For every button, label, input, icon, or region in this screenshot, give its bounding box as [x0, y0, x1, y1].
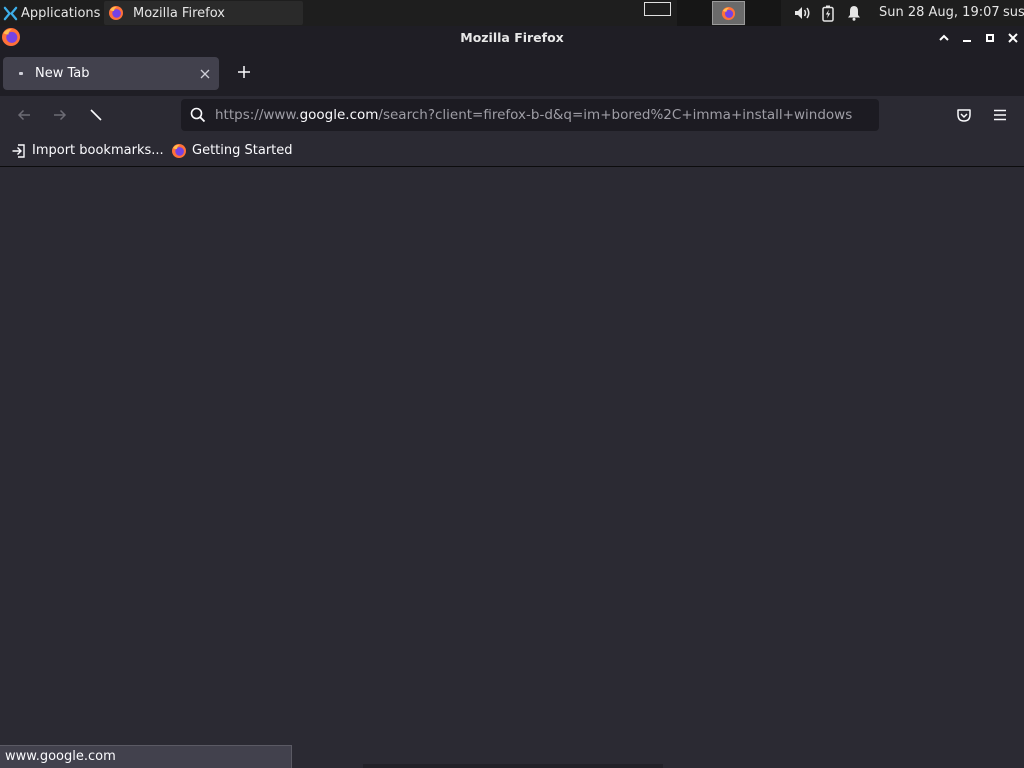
panel-clock[interactable]: Sun 28 Aug, 19:07	[879, 0, 1000, 26]
firefox-icon	[171, 143, 187, 159]
stop-button[interactable]	[85, 104, 107, 126]
applications-label: Applications	[21, 5, 101, 21]
app-menu-button[interactable]	[989, 104, 1011, 126]
window-shade-button[interactable]	[936, 30, 952, 46]
page-content[interactable]	[0, 167, 1024, 768]
xfce-logo-icon	[3, 6, 18, 20]
url-prefix: https://www.	[215, 107, 300, 123]
chevron-up-icon	[939, 34, 949, 41]
bottom-edge-line	[363, 764, 663, 768]
back-arrow-icon	[17, 109, 30, 121]
plus-icon	[238, 66, 250, 78]
window-minimize-button[interactable]	[959, 30, 975, 46]
window-title: Mozilla Firefox	[460, 30, 564, 45]
applications-menu-button[interactable]: Applications ≡	[0, 0, 113, 26]
tab-loading-indicator-icon	[19, 72, 23, 75]
volume-icon[interactable]	[793, 4, 811, 22]
system-tray	[793, 0, 871, 26]
stop-icon	[90, 109, 102, 121]
hamburger-menu-icon	[994, 109, 1006, 121]
firefox-icon	[109, 6, 123, 20]
close-icon	[200, 69, 210, 78]
url-host: google.com	[299, 107, 379, 123]
window-close-button[interactable]	[1005, 30, 1021, 46]
url-bar[interactable]: https://www. google.com/search?client=fir…	[181, 99, 879, 131]
tab-new-tab[interactable]: New Tab	[3, 57, 219, 90]
search-icon	[189, 106, 207, 124]
close-icon	[1008, 33, 1018, 43]
bookmark-label: Import bookmarks...	[32, 143, 164, 158]
navigation-toolbar: https://www. google.com/search?client=fir…	[0, 96, 1024, 134]
forward-button[interactable]	[49, 104, 71, 126]
url-path: /search?client=firefox-b-d&q=im+bored%2C…	[378, 107, 853, 123]
tab-title: New Tab	[35, 66, 90, 81]
workspace-active-button[interactable]	[712, 1, 745, 25]
firefox-icon	[721, 6, 736, 20]
window-titlebar[interactable]: Mozilla Firefox	[0, 26, 1024, 50]
battery-icon[interactable]	[819, 4, 837, 22]
user-menu[interactable]: sus	[1003, 0, 1024, 26]
minimize-icon	[963, 40, 971, 42]
back-button[interactable]	[13, 104, 35, 126]
tab-strip: New Tab	[0, 50, 1024, 96]
maximize-icon	[986, 34, 994, 42]
notification-bell-icon[interactable]	[845, 4, 863, 22]
import-icon	[11, 143, 27, 159]
taskbar-firefox-button[interactable]: Mozilla Firefox	[104, 1, 303, 25]
pocket-button[interactable]	[953, 104, 975, 126]
status-panel: www.google.com	[0, 745, 292, 768]
bookmark-import[interactable]: Import bookmarks...	[11, 134, 164, 167]
tab-close-button[interactable]	[195, 64, 215, 84]
bookmark-label: Getting Started	[192, 143, 293, 158]
bookmark-getting-started[interactable]: Getting Started	[171, 134, 293, 167]
new-tab-button[interactable]	[233, 61, 255, 83]
pocket-icon	[957, 109, 971, 122]
taskbar-title: Mozilla Firefox	[133, 5, 225, 21]
bookmarks-toolbar: Import bookmarks... Getting Started	[0, 134, 1024, 167]
desktop-panel: Applications ≡ Mozilla Firefox	[0, 0, 1024, 26]
workspace-1-button[interactable]	[644, 2, 671, 16]
forward-arrow-icon	[54, 109, 67, 121]
window-maximize-button[interactable]	[982, 30, 998, 46]
